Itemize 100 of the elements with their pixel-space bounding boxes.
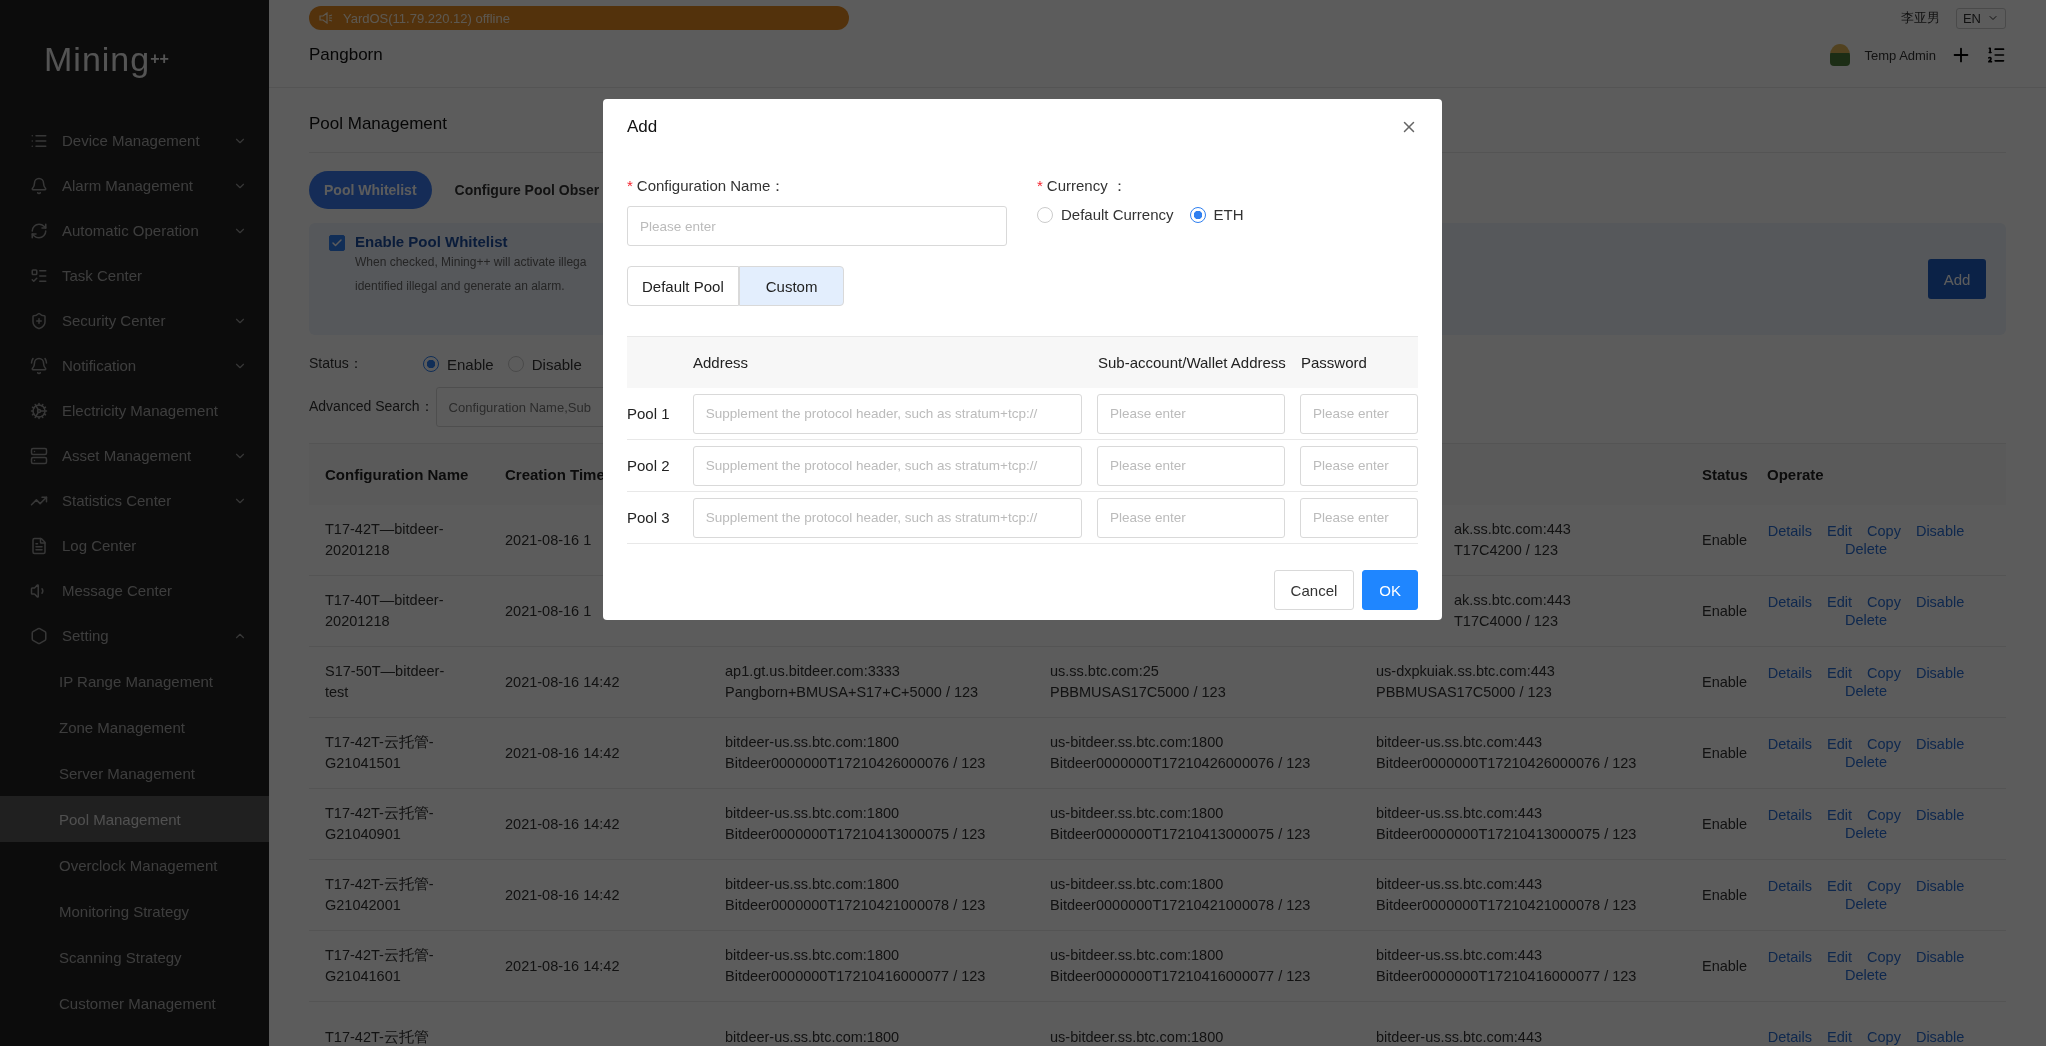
table-cell: us-bitdeer.ss.btc.com:1800 Bitdeer0000000T17210426000076 / 123 (1050, 734, 1311, 771)
action-link[interactable]: Edit (1827, 949, 1853, 965)
table-cell-text: T17-42T—bitdeer-20201218 (325, 520, 445, 560)
radio-label: Enable (447, 355, 494, 373)
action-link[interactable]: Details (1767, 665, 1813, 681)
table-cell: us-bitdeer.ss.btc.com:1800 (1050, 1028, 1224, 1045)
account-field[interactable]: Please enter (1097, 393, 1285, 434)
table-cell: Enable (1702, 744, 1748, 761)
segment-tab[interactable]: Custom (738, 266, 845, 306)
action-link[interactable]: Copy (1867, 1029, 1901, 1045)
action-link[interactable]: Delete (1845, 896, 1887, 912)
radio[interactable] (1037, 206, 1053, 223)
list-icon[interactable] (1986, 45, 2006, 65)
pool-label: Pool 1 (627, 405, 671, 422)
action-link[interactable]: Edit (1827, 807, 1853, 823)
add-button[interactable]: Add (1928, 259, 1986, 299)
table-cell: bitdeer-us.ss.btc.com:1800 Bitdeer0000000T17210421000078 / 123 (725, 876, 986, 913)
action-link[interactable]: Delete (1845, 612, 1887, 628)
action-link[interactable]: Edit (1827, 665, 1853, 681)
password-field[interactable]: Please enter (1300, 497, 1418, 538)
action-link[interactable]: Copy (1867, 665, 1901, 681)
action-link[interactable]: Copy (1867, 949, 1901, 965)
action-link[interactable]: Delete (1845, 541, 1887, 557)
action-link[interactable]: Delete (1845, 754, 1887, 770)
table-cell: Enable (1702, 815, 1748, 832)
action-link[interactable]: Copy (1867, 523, 1901, 539)
action-link[interactable]: Details (1767, 807, 1813, 823)
radio[interactable] (1189, 206, 1206, 223)
action-link[interactable]: Details (1767, 878, 1813, 894)
action-link[interactable]: Disable (1915, 665, 1965, 681)
table-cell-text: ak.ss.btc.com:443 T17C4200 / 123 (1454, 520, 1572, 560)
action-link[interactable]: Delete (1845, 825, 1887, 841)
table-cell: 2021-08-16 14:42 (505, 673, 620, 690)
speaker-icon (319, 12, 333, 24)
input-field[interactable]: Please enter (627, 206, 1007, 246)
action-link[interactable]: Delete (1845, 683, 1887, 699)
table-cell: bitdeer-us.ss.btc.com:1800 Bitdeer0000000T17210426000076 / 123 (725, 734, 986, 771)
table-cell: ap1.gt.us.bitdeer.com:3333 Pangborn+BMUSA+S17+C+5000 / 123 (725, 663, 979, 700)
password-field[interactable]: Please enter (1300, 445, 1418, 486)
column-header: Sub-account/Wallet Address (1098, 354, 1286, 371)
action-link[interactable]: Details (1767, 523, 1813, 539)
action-link[interactable]: Disable (1915, 807, 1965, 823)
required-mark: * (627, 177, 633, 196)
password-field[interactable]: Please enter (1300, 393, 1418, 434)
table-cell: 2021-08-16 1 (505, 531, 592, 548)
address-field[interactable]: Supplement the protocol header, such as stratum+tcp:// (692, 497, 1082, 538)
action-link[interactable]: Edit (1827, 1029, 1853, 1045)
bell-icon (30, 176, 48, 195)
column-header: Configuration Name (325, 466, 469, 483)
action-link[interactable]: Details (1767, 736, 1813, 752)
account-field[interactable]: Please enter (1097, 445, 1285, 486)
cancel-button[interactable]: Cancel (1273, 570, 1355, 610)
table-cell-text: T17-40T—bitdeer-20201218 (325, 591, 445, 631)
radio-label: Disable (531, 355, 582, 373)
action-link[interactable]: Edit (1827, 523, 1853, 539)
field-label: Configuration Name： (636, 177, 786, 196)
table-cell-text: T17-42T-云托管-G21040901 (325, 804, 435, 844)
checkmark-icon (331, 237, 343, 249)
action-link[interactable]: Details (1767, 594, 1813, 610)
site-name: Pangborn (309, 45, 383, 65)
action-link[interactable]: Disable (1915, 736, 1965, 752)
refresh-icon (30, 221, 48, 240)
action-link[interactable]: Disable (1915, 594, 1965, 610)
task-list-icon (30, 266, 48, 285)
action-link[interactable]: Disable (1915, 1029, 1965, 1045)
tab[interactable]: Configure Pool Obser (439, 171, 615, 209)
radio[interactable] (423, 356, 439, 372)
action-link[interactable]: Copy (1867, 878, 1901, 894)
table-cell: us-bitdeer.ss.btc.com:1800 Bitdeer0000000T17210421000078 / 123 (1050, 876, 1311, 913)
table-cell: Enable (1702, 602, 1748, 619)
action-link[interactable]: Edit (1827, 736, 1853, 752)
tab[interactable]: Pool Whitelist (309, 171, 432, 209)
table-cell-text: bitdeer-us.ss.btc.com:443 (1376, 1027, 1544, 1046)
action-link[interactable]: Disable (1915, 949, 1965, 965)
ok-button[interactable]: OK (1362, 570, 1418, 610)
action-link[interactable]: Copy (1867, 807, 1901, 823)
hexagon-icon (30, 626, 48, 645)
action-link[interactable]: Edit (1827, 878, 1853, 894)
bell-icon (30, 356, 48, 375)
action-link[interactable]: Copy (1867, 594, 1901, 610)
role-name: Temp Admin (1864, 47, 1936, 63)
action-link[interactable]: Details (1767, 1029, 1813, 1045)
column-header: Password (1301, 354, 1367, 371)
action-link[interactable]: Copy (1867, 736, 1901, 752)
action-link[interactable]: Delete (1845, 967, 1887, 983)
address-field[interactable]: Supplement the protocol header, such as stratum+tcp:// (692, 393, 1082, 434)
account-field[interactable]: Please enter (1097, 497, 1285, 538)
search-label: Advanced Search： (309, 398, 434, 416)
action-link[interactable]: Edit (1827, 594, 1853, 610)
action-link[interactable]: Disable (1915, 523, 1965, 539)
table-cell: 2021-08-16 14:42 (505, 957, 620, 974)
segment-tab[interactable]: Default Pool (627, 266, 739, 306)
dialog-title: Add (627, 117, 658, 137)
action-link[interactable]: Disable (1915, 878, 1965, 894)
checkbox[interactable] (329, 235, 345, 251)
language-select[interactable]: EN (1955, 7, 2006, 29)
avatar-icon (1830, 44, 1851, 66)
address-field[interactable]: Supplement the protocol header, such as stratum+tcp:// (692, 445, 1082, 486)
table-cell: bitdeer-us.ss.btc.com:1800 (725, 1028, 900, 1045)
action-link[interactable]: Details (1767, 949, 1813, 965)
